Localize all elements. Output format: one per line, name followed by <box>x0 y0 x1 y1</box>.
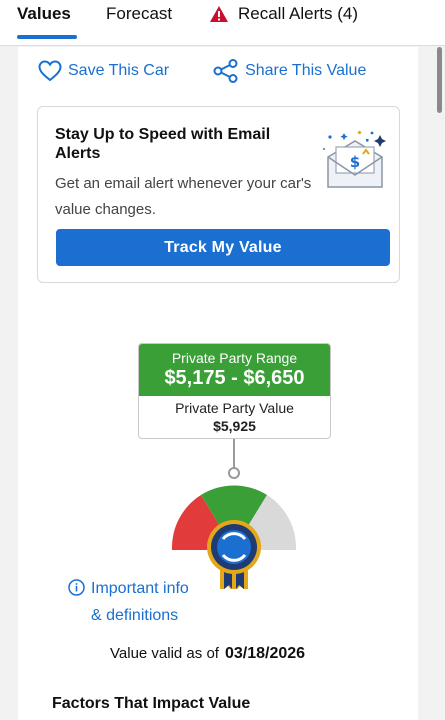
share-value-button[interactable]: Share This Value <box>213 59 366 83</box>
track-my-value-button[interactable]: Track My Value <box>56 229 390 266</box>
tab-bar: Values Forecast Recall Alerts (4) <box>0 0 445 46</box>
envelope-dollar-icon: $ <box>322 130 386 188</box>
heart-icon <box>38 60 62 82</box>
value-valid-date: Value valid as of 03/18/2026 <box>110 645 305 663</box>
important-info-link[interactable]: Important info & definitions <box>68 575 189 629</box>
factors-heading: Factors That Impact Value <box>52 695 251 712</box>
private-party-range-box: Private Party Range $5,175 - $6,650 Priv… <box>138 343 331 439</box>
scrollbar[interactable] <box>437 47 442 113</box>
private-party-value-label: Private Party Value <box>175 400 294 416</box>
tab-recall-label: Recall Alerts (4) <box>238 4 358 23</box>
tab-values[interactable]: Values <box>17 4 71 24</box>
email-alert-title: Stay Up to Speed with Email Alerts <box>55 126 271 162</box>
range-header: Private Party Range $5,175 - $6,650 <box>139 344 330 396</box>
email-alert-description: Get an email alert whenever your car's v… <box>55 175 312 218</box>
share-value-label: Share This Value <box>245 62 367 79</box>
main-content: Save This Car Share This Value Stay Up t… <box>18 47 418 720</box>
email-alert-card: Stay Up to Speed with Email Alerts Get a… <box>37 106 400 283</box>
tab-recall-alerts[interactable]: Recall Alerts (4) <box>209 4 358 24</box>
warning-icon <box>210 6 228 22</box>
value-gauge <box>171 439 297 589</box>
important-info-text: Important info & definitions <box>91 575 189 629</box>
kbb-badge-icon <box>207 520 261 589</box>
range-value: $5,175 - $6,650 <box>164 367 305 389</box>
important-info-line2: & definitions <box>91 607 179 624</box>
range-label: Private Party Range <box>171 350 298 366</box>
share-icon <box>213 59 238 83</box>
value-valid-date-text: 03/18/2026 <box>224 645 306 662</box>
info-icon <box>68 579 85 596</box>
private-party-value: $5,925 <box>213 418 256 434</box>
active-tab-indicator <box>17 35 77 39</box>
svg-text:$: $ <box>350 153 360 171</box>
save-car-label: Save This Car <box>68 62 170 79</box>
action-row: Save This Car Share This Value <box>38 59 366 83</box>
important-info-line1: Important info <box>91 580 189 597</box>
tab-forecast[interactable]: Forecast <box>106 4 172 24</box>
save-car-button[interactable]: Save This Car <box>38 60 169 82</box>
value-valid-label: Value valid as of <box>110 645 219 662</box>
